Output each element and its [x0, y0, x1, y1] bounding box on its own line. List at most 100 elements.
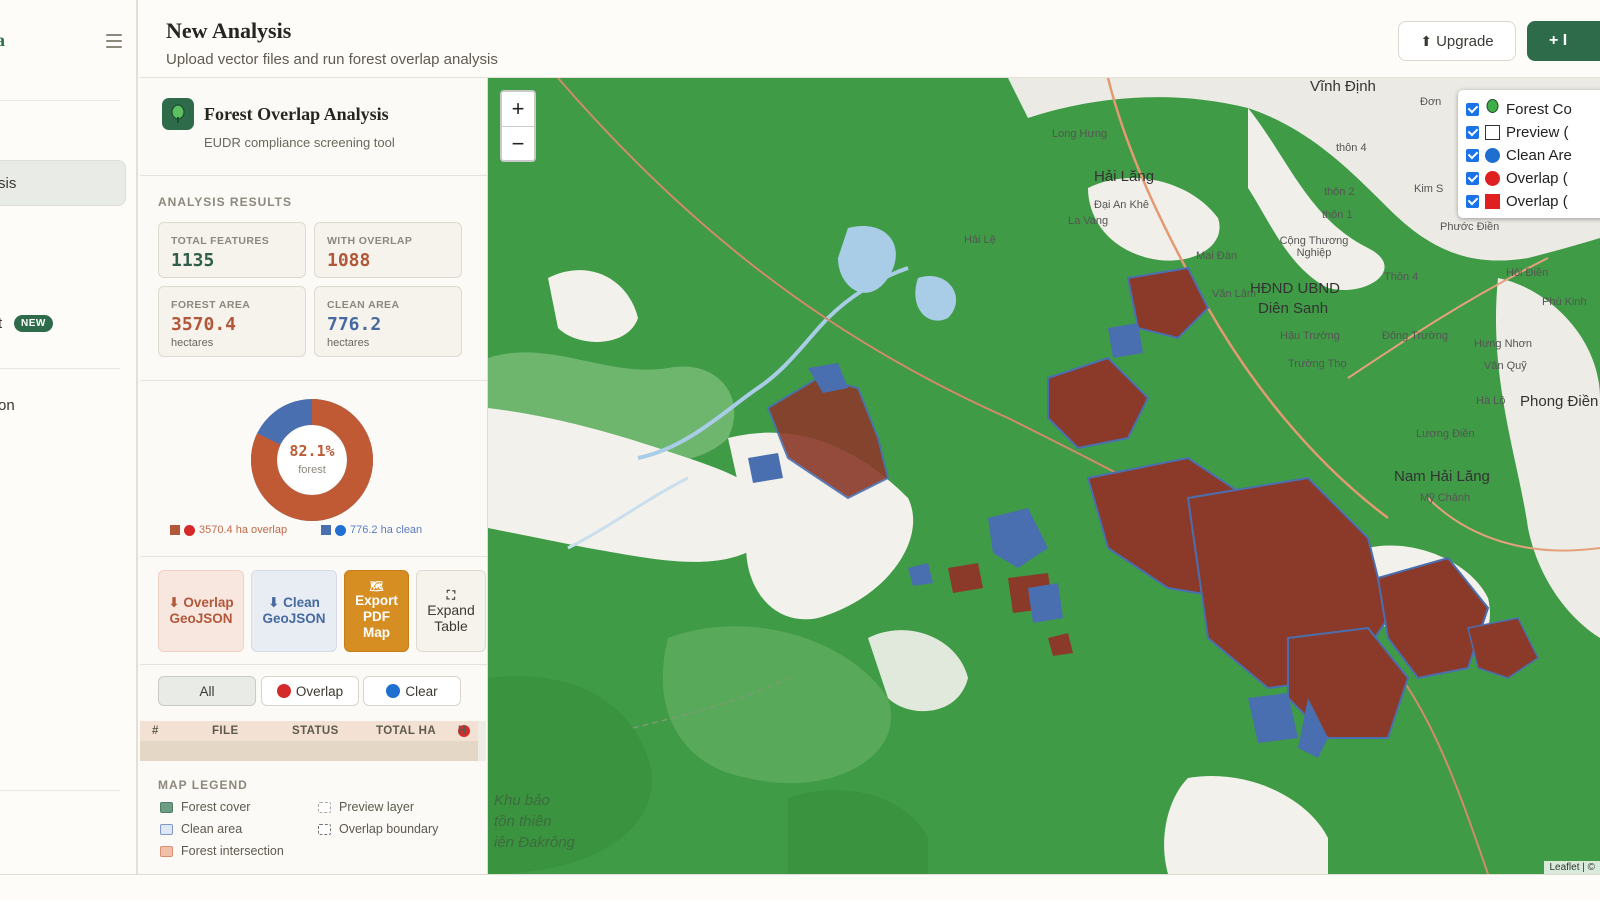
layer-label: Overlap ( — [1506, 170, 1568, 187]
red-dot-icon — [276, 684, 291, 698]
stat-label: WITH OVERLAP — [327, 235, 413, 247]
red-dot-icon — [1485, 171, 1500, 186]
sidebar-item-new-label[interactable]: t — [0, 315, 2, 332]
map-attribution[interactable]: Leaflet | © — [1544, 861, 1600, 874]
stat-value: 776.2 — [327, 314, 382, 335]
forest-donut-chart: 82.1% forest — [248, 396, 376, 524]
filter-overlap-button[interactable]: Overlap — [261, 676, 359, 706]
arrow-up-icon: ⬆ — [1420, 32, 1433, 49]
legend-forest-cover: Forest cover — [160, 800, 250, 814]
column-header-total-ha[interactable]: TOTAL HA — [376, 725, 436, 737]
map-label: Trường Thọ — [1288, 358, 1347, 370]
map-label: Đơn — [1420, 96, 1442, 108]
checkbox[interactable] — [1466, 126, 1479, 139]
filter-all-button[interactable]: All — [158, 676, 256, 706]
map-label: Hội Điền — [1506, 267, 1549, 279]
zoom-in-button[interactable]: + — [502, 92, 534, 126]
new-badge: NEW — [14, 315, 53, 332]
column-header-index[interactable]: # — [152, 725, 159, 737]
legend-text: Preview layer — [339, 800, 415, 814]
map-label: Hải Lệ — [964, 234, 996, 246]
donut-sub: forest — [298, 464, 326, 476]
layer-label: Preview ( — [1506, 124, 1569, 141]
page-subtitle: Upload vector files and run forest overl… — [166, 51, 498, 68]
stat-total-features: TOTAL FEATURES 1135 — [158, 222, 306, 278]
legend-text: Forest intersection — [181, 844, 284, 858]
legend-text: Overlap boundary — [339, 822, 439, 836]
map-label: Đại An Khê — [1094, 199, 1150, 211]
layer-overlap-points[interactable]: Overlap ( — [1466, 167, 1600, 190]
blue-dot-icon — [1485, 148, 1500, 163]
column-header-file[interactable]: FILE — [212, 725, 239, 737]
menu-toggle-icon[interactable] — [106, 34, 122, 48]
filter-clear-button[interactable]: Clear — [363, 676, 461, 706]
layer-overlap-polygons[interactable]: Overlap ( — [1466, 190, 1600, 213]
checkbox[interactable] — [1466, 172, 1479, 185]
legend-clean-area: Clean area — [160, 822, 242, 836]
map-label: Thôn 4 — [1384, 271, 1419, 283]
sidebar-divider — [0, 100, 120, 101]
stat-unit: hectares — [171, 337, 214, 349]
new-analysis-button[interactable]: + I — [1527, 21, 1600, 61]
stat-clean-area: CLEAN AREA 776.2 hectares — [314, 286, 462, 357]
column-header-status[interactable]: STATUS — [292, 725, 339, 737]
layer-clean-area[interactable]: Clean Are — [1466, 144, 1600, 167]
expand-table-button[interactable]: ⛶ Expand Table — [416, 570, 486, 652]
map-label: Đông Trường — [1382, 330, 1448, 342]
download-clean-geojson-button[interactable]: ⬇ Clean GeoJSON — [251, 570, 337, 652]
map-label: Phong Điền — [1520, 393, 1599, 410]
filter-label: All — [199, 683, 215, 699]
swatch — [1485, 125, 1500, 140]
map-label: HĐND UBND — [1250, 280, 1340, 297]
upgrade-button[interactable]: ⬆ Upgrade — [1398, 21, 1516, 61]
layer-preview[interactable]: Preview ( — [1466, 121, 1600, 144]
results-table-header: # FILE STATUS TOTAL HA H — [140, 721, 478, 741]
layer-forest-cover[interactable]: Forest Co — [1466, 98, 1600, 121]
checkbox[interactable] — [1466, 103, 1479, 116]
map-label: Hậu Trường — [1280, 330, 1340, 342]
map-label: tồn thiên — [494, 813, 552, 830]
stat-value: 1088 — [327, 250, 371, 271]
swatch — [160, 845, 173, 857]
zoom-control: + − — [500, 90, 536, 162]
download-overlap-geojson-button[interactable]: ⬇ Overlap GeoJSON — [158, 570, 244, 652]
sidebar-divider — [0, 368, 120, 369]
map-label: thôn 4 — [1336, 142, 1367, 154]
legend-overlap-text: 3570.4 ha overlap — [199, 524, 288, 536]
bottom-bar — [0, 874, 1600, 900]
layer-label: Clean Are — [1506, 147, 1572, 164]
map-label: Long Hưng — [1052, 128, 1108, 140]
export-pdf-map-button[interactable]: 🗺 Export PDF Map — [344, 570, 409, 652]
map-label: Mai Đàn — [1196, 250, 1237, 262]
map-label: La Vang — [1068, 215, 1109, 227]
map-label: Diên Sanh — [1258, 300, 1329, 317]
checkbox[interactable] — [1466, 149, 1479, 162]
zoom-out-button[interactable]: − — [502, 126, 534, 160]
page-header: New Analysis Upload vector files and run… — [140, 0, 1600, 78]
stat-forest-area: FOREST AREA 3570.4 hectares — [158, 286, 306, 357]
map-label: Vĩnh Định — [1310, 78, 1376, 95]
red-square-icon — [1485, 194, 1500, 209]
swatch — [160, 801, 173, 813]
checkbox[interactable] — [1466, 195, 1479, 208]
sidebar-item-analysis[interactable] — [0, 160, 126, 206]
map-view[interactable]: + − Forest Co Preview ( Clean Are Overla… — [488, 78, 1600, 874]
new-analysis-label: + I — [1549, 32, 1568, 49]
swatch — [160, 823, 173, 835]
sidebar-item-label[interactable]: on — [0, 397, 15, 414]
page-title: New Analysis — [166, 18, 292, 43]
map-label: Nam Hải Lăng — [1394, 468, 1490, 485]
table-scrollbar[interactable] — [478, 721, 486, 761]
map-label: thôn 2 — [1324, 186, 1355, 198]
layer-label: Forest Co — [1506, 101, 1572, 118]
map-label: Phú Kinh — [1542, 296, 1587, 308]
table-row[interactable] — [140, 741, 478, 761]
stat-label: TOTAL FEATURES — [171, 235, 270, 247]
map-label: Vân Quỹ — [1484, 360, 1527, 372]
legend-text: Clean area — [181, 822, 243, 836]
sidebar-item-analysis-label: sis — [0, 175, 17, 192]
overlap-polygons-west[interactable] — [748, 363, 890, 500]
legend-forest-intersection: Forest intersection — [160, 844, 284, 858]
analysis-results-heading: ANALYSIS RESULTS — [158, 195, 293, 209]
map-label: Văn Lâm — [1212, 288, 1257, 300]
